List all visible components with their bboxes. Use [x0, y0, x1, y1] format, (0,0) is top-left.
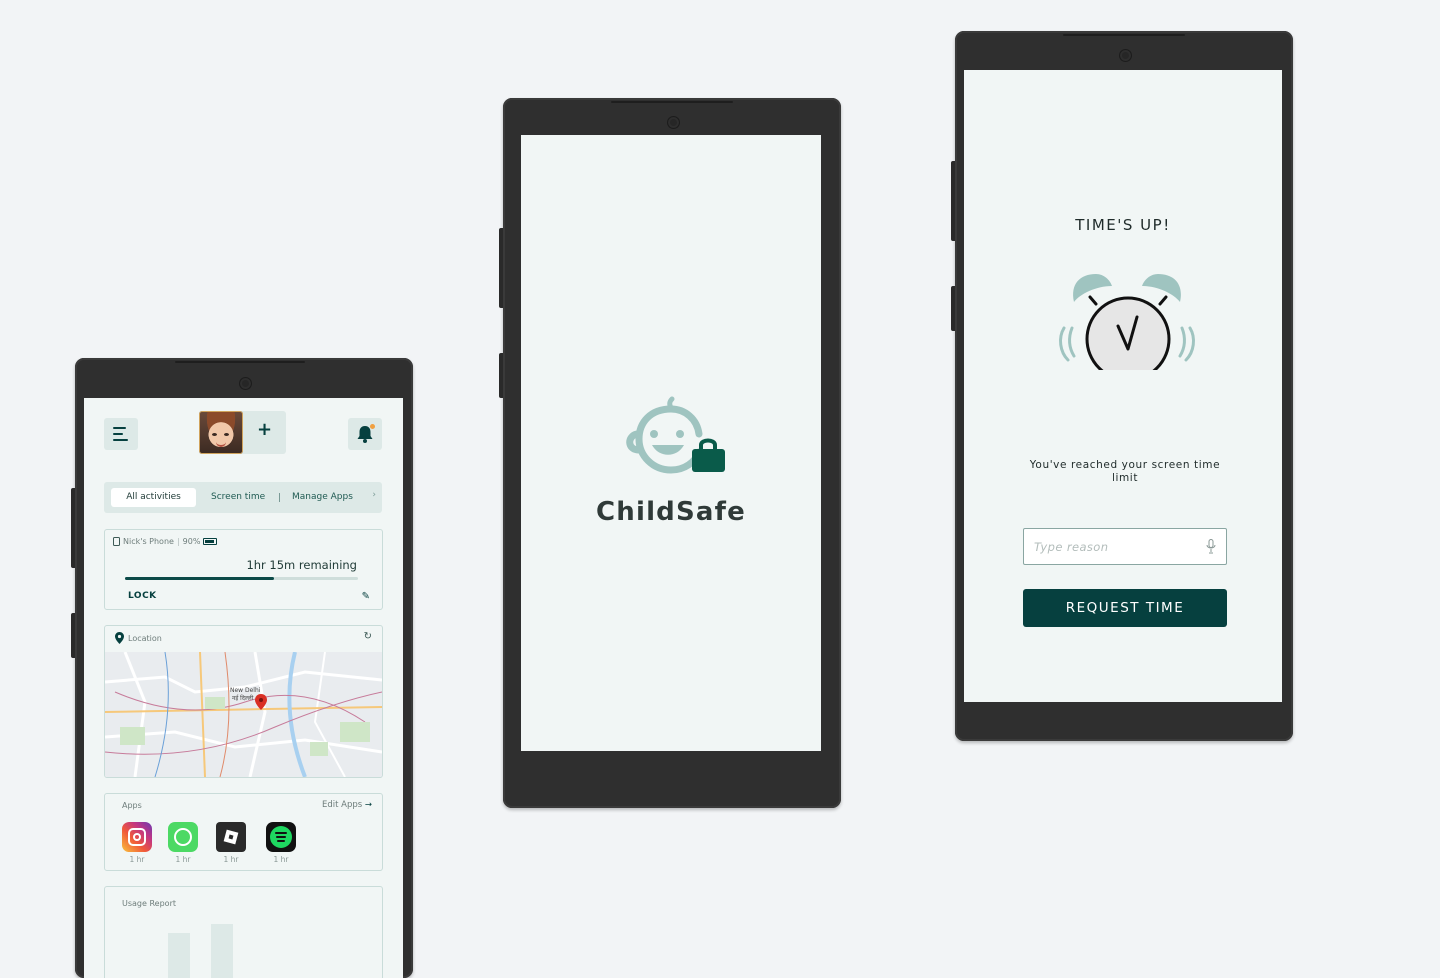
phone-icon [113, 537, 120, 546]
tab-all-activities[interactable]: All activities [111, 488, 196, 507]
edit-apps-link[interactable]: Edit Apps → [322, 800, 372, 810]
spotify-icon [266, 822, 296, 852]
location-map[interactable]: New Delhi नई दिल्ली [105, 652, 382, 777]
usage-report-label: Usage Report [122, 899, 176, 908]
apps-card: Apps Edit Apps → 1 hr 1 hr 1 hr 1 hr [104, 793, 383, 871]
notifications-button[interactable] [348, 418, 382, 450]
page-title: TIME'S UP! [1075, 216, 1171, 234]
phone-splash: ChildSafe [499, 98, 841, 808]
app-roblox[interactable]: 1 hr [216, 822, 246, 864]
alarm-clock-icon [1059, 274, 1195, 370]
location-pin-icon [115, 632, 124, 644]
brand-name: ChildSafe [595, 497, 747, 527]
app-spotify[interactable]: 1 hr [266, 822, 296, 864]
microphone-icon[interactable] [1206, 539, 1216, 554]
instagram-icon [122, 822, 152, 852]
time-remaining: 1hr 15m remaining [246, 558, 357, 572]
splash-screen: ChildSafe [521, 135, 821, 751]
reason-placeholder: Type reason [1034, 540, 1109, 554]
screen-time-message: You've reached your screen time limit [1029, 459, 1221, 484]
edit-icon[interactable]: ✎ [362, 591, 370, 602]
reason-input[interactable]: Type reason [1023, 528, 1227, 565]
usage-bar [168, 933, 190, 978]
app-whatsapp[interactable]: 1 hr [168, 822, 198, 864]
screen-time-card: Nick's Phone | 90% 1hr 15m remaining LOC… [104, 529, 383, 610]
battery-icon [203, 538, 218, 545]
usage-bar [211, 924, 233, 978]
device-name: Nick's Phone [123, 537, 174, 546]
childsafe-logo [626, 396, 725, 474]
battery-level: 90% [182, 537, 201, 546]
location-label: Location [128, 633, 162, 643]
usage-report-card: Usage Report [104, 886, 383, 978]
app-instagram[interactable]: 1 hr [122, 822, 152, 864]
timesup-screen: TIME'S UP! You've reached your screen ti… [964, 70, 1282, 702]
apps-label: Apps [122, 801, 142, 810]
lock-button[interactable]: LOCK [128, 591, 157, 601]
roblox-icon [216, 822, 246, 852]
location-card: Location ↻ New Delhi नई दिल्ली [104, 625, 383, 778]
dashboard-screen: + All activities Screen time Manage Apps… [84, 398, 403, 978]
request-time-button[interactable]: REQUEST TIME [1023, 589, 1227, 627]
whatsapp-icon [168, 822, 198, 852]
phone-dashboard: + All activities Screen time Manage Apps… [71, 358, 413, 978]
map-city-label-hindi: नई दिल्ली [232, 694, 254, 702]
tab-screen-time[interactable]: Screen time [211, 488, 265, 507]
phone-timesup: TIME'S UP! You've reached your screen ti… [951, 31, 1293, 741]
child-switcher[interactable]: + [199, 411, 286, 454]
screen-time-progress [125, 577, 358, 580]
activity-tabs: All activities Screen time Manage Apps › [104, 482, 382, 513]
menu-button[interactable] [104, 418, 138, 450]
tab-manage-apps[interactable]: Manage Apps [292, 488, 353, 507]
add-child-icon[interactable]: + [257, 419, 272, 440]
avatar[interactable] [199, 411, 243, 454]
refresh-icon[interactable]: ↻ [364, 631, 372, 642]
chevron-right-icon[interactable]: › [372, 490, 376, 500]
map-city-label: New Delhi [230, 687, 261, 694]
